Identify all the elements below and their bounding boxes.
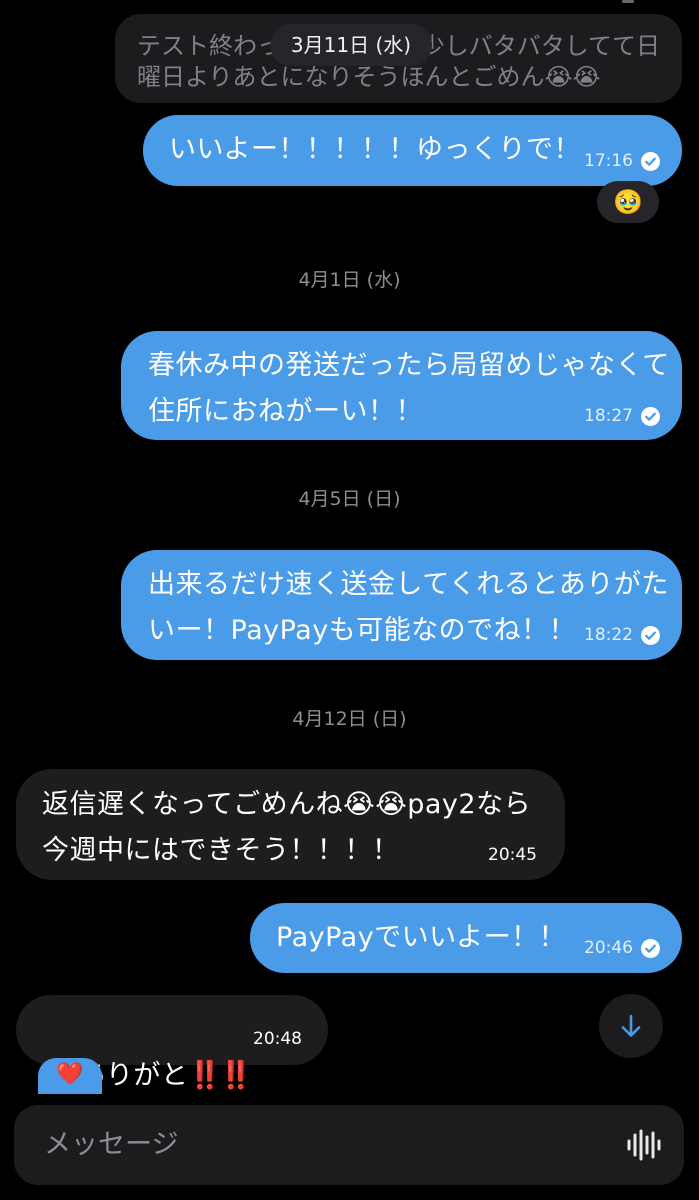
message-time: 18:27 — [584, 406, 633, 426]
message-outgoing[interactable]: PayPayでいいよー！！ 20:46 — [250, 903, 682, 973]
message-outgoing[interactable]: いいよー！！！！！ゆっくりで！ 17:16 — [143, 115, 682, 186]
message-outgoing[interactable]: 春休み中の発送だったら局留めじゃなくて 住所におねがーい！！ 18:27 — [121, 331, 682, 440]
message-line: 曜日よりあとになりそうほんとごめん😭😭 — [137, 63, 601, 91]
double-exclamation-emoji: ‼️‼️ — [188, 1060, 252, 1091]
message-time: 20:46 — [584, 938, 633, 958]
message-text: 出来るだけ速く送金してくれるとありがた いー！PayPayも可能なのでね！！ — [148, 562, 669, 654]
message-time: 20:48 — [253, 1029, 302, 1049]
message-line: 返信遅くなってごめんね😭😭pay2なら — [42, 789, 532, 820]
message-time: 18:22 — [584, 625, 633, 645]
message-meta: 17:16 — [584, 151, 660, 171]
reaction-emoji: 🥹 — [613, 188, 643, 216]
waveform-icon[interactable] — [626, 1129, 662, 1161]
message-incoming[interactable]: 返信遅くなってごめんね😭😭pay2なら 今週中にはできそう！！！！ 20:45 — [16, 769, 565, 880]
floating-date-pill: 3月11日 (水) — [270, 24, 432, 66]
message-text: 春休み中の発送だったら局留めじゃなくて 住所におねがーい！！ — [148, 343, 670, 435]
date-separator: 4月12日 (日) — [292, 708, 407, 730]
message-meta: 20:48 — [253, 1029, 302, 1049]
message-line: 春休み中の発送だったら局留めじゃなくて — [148, 350, 670, 381]
message-text: 返信遅くなってごめんね😭😭pay2なら 今週中にはできそう！！！！ — [42, 782, 539, 874]
read-check-icon — [641, 938, 660, 958]
reaction-emoji: ❤️ — [56, 1062, 84, 1087]
read-check-icon — [641, 151, 660, 171]
message-line: 今週中にはできそう！！！！ — [42, 835, 400, 866]
message-meta: 18:27 — [584, 406, 660, 426]
read-check-icon — [641, 625, 660, 645]
message-time: 17:16 — [584, 151, 633, 171]
message-input-placeholder: メッセージ — [44, 1129, 179, 1160]
message-text: いいよー！！！！！ゆっくりで！ — [169, 134, 581, 165]
reaction-badge[interactable]: 🥹 — [597, 181, 659, 223]
message-meta: 20:46 — [584, 938, 660, 958]
message-line: 出来るだけ速く送金してくれるとありがた — [148, 569, 669, 600]
message-incoming[interactable]: ありがと‼️‼️ 20:48 — [16, 995, 328, 1091]
message-meta: 18:22 — [584, 625, 660, 645]
top-handle — [622, 0, 634, 3]
message-time: 20:45 — [488, 845, 537, 865]
date-separator: 4月1日 (水) — [298, 269, 401, 291]
message-line: いー！PayPayも可能なのでね！！ — [148, 615, 577, 646]
message-line-end: ど少しバタバタしてて日 — [396, 32, 660, 60]
reaction-badge[interactable]: ❤️ — [38, 1058, 102, 1094]
date-separator: 4月5日 (日) — [298, 488, 401, 510]
message-input[interactable]: メッセージ — [14, 1105, 684, 1185]
scroll-to-bottom-button[interactable] — [599, 994, 663, 1058]
message-line-start: テスト終わっ — [137, 32, 281, 60]
arrow-down-icon — [621, 1014, 641, 1037]
message-line: 住所におねがーい！！ — [148, 396, 423, 427]
message-meta: 20:45 — [488, 845, 537, 865]
read-check-icon — [641, 406, 660, 426]
message-outgoing[interactable]: 出来るだけ速く送金してくれるとありがた いー！PayPayも可能なのでね！！ 1… — [121, 550, 682, 660]
